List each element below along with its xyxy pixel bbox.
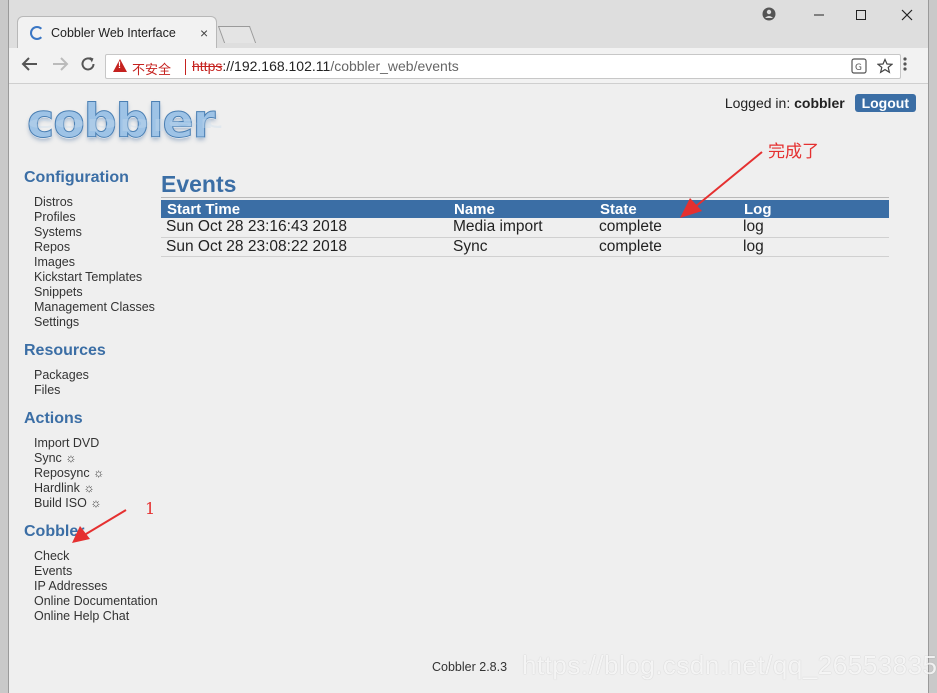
- configuration-menu: Distros Profiles Systems Repos Images Ki…: [24, 195, 174, 330]
- event-state: complete: [594, 237, 738, 257]
- event-log-link[interactable]: log: [738, 218, 889, 238]
- sidebar-item-repos[interactable]: Repos: [34, 240, 174, 255]
- column-header-state[interactable]: State: [594, 200, 738, 218]
- bookmark-star-icon[interactable]: [876, 58, 894, 77]
- tab-title: Cobbler Web Interface: [51, 26, 176, 40]
- logout-button[interactable]: Logout: [854, 94, 916, 112]
- browser-tab[interactable]: Cobbler Web Interface ×: [17, 16, 217, 48]
- title-bar: Cobbler Web Interface ×: [9, 0, 928, 48]
- sidebar-item-distros[interactable]: Distros: [34, 195, 174, 210]
- page-title: Events: [161, 170, 889, 198]
- event-name: Media import: [448, 218, 594, 238]
- column-header-name[interactable]: Name: [448, 200, 594, 218]
- sidebar-item-settings[interactable]: Settings: [34, 315, 174, 330]
- sidebar-item-online-documentation[interactable]: Online Documentation: [34, 594, 174, 609]
- sidebar-item-ip-addresses[interactable]: IP Addresses: [34, 579, 174, 594]
- sidebar-item-check[interactable]: Check: [34, 549, 174, 564]
- svg-text:G: G: [855, 63, 862, 73]
- footer-version: Cobbler 2.8.3: [432, 660, 508, 674]
- login-status: Logged in: cobbler Logout: [725, 94, 916, 112]
- sidebar-item-packages[interactable]: Packages: [34, 368, 174, 383]
- maximize-icon[interactable]: [849, 6, 873, 26]
- event-log-link[interactable]: log: [738, 237, 889, 257]
- main-content: Events Start Time Name State Log Sun Oct…: [161, 170, 889, 257]
- translate-icon[interactable]: G: [851, 58, 867, 77]
- event-start-time: Sun Oct 28 23:08:22 2018: [161, 237, 448, 257]
- column-header-start-time[interactable]: Start Time: [161, 200, 448, 218]
- sidebar-item-sync[interactable]: Sync ☼: [34, 451, 174, 466]
- back-arrow-icon[interactable]: [19, 55, 41, 77]
- account-icon[interactable]: [757, 6, 781, 26]
- tab-close-button[interactable]: ×: [200, 25, 208, 41]
- reload-icon[interactable]: [77, 55, 99, 77]
- username: cobbler: [794, 95, 845, 111]
- url-text[interactable]: https://192.168.102.11/cobbler_web/event…: [192, 58, 459, 74]
- cobbler-logo[interactable]: cobbler cobbler: [27, 94, 222, 154]
- sidebar-item-online-help-chat[interactable]: Online Help Chat: [34, 609, 174, 624]
- sidebar-item-hardlink[interactable]: Hardlink ☼: [34, 481, 174, 496]
- browser-toolbar: ! 不安全 https://192.168.102.11/cobbler_web…: [9, 48, 928, 84]
- sidebar-item-systems[interactable]: Systems: [34, 225, 174, 240]
- cobbler-page: cobbler cobbler Logged in: cobbler Logou…: [9, 84, 937, 693]
- event-state: complete: [594, 218, 738, 238]
- browser-window: Cobbler Web Interface × ! 不安全 https://19…: [8, 0, 937, 693]
- not-secure-label[interactable]: 不安全: [132, 59, 171, 78]
- table-header-row: Start Time Name State Log: [161, 200, 889, 218]
- event-start-time: Sun Oct 28 23:16:43 2018: [161, 218, 448, 238]
- address-bar[interactable]: ! 不安全 https://192.168.102.11/cobbler_web…: [105, 54, 901, 79]
- section-configuration-heading: Configuration: [24, 169, 129, 186]
- browser-menu-icon[interactable]: [902, 56, 908, 77]
- event-name: Sync: [448, 237, 594, 257]
- sidebar-item-kickstart-templates[interactable]: Kickstart Templates: [34, 270, 174, 285]
- sidebar-item-images[interactable]: Images: [34, 255, 174, 270]
- loading-spinner-icon: [30, 26, 44, 40]
- minimize-icon[interactable]: [807, 6, 831, 26]
- table-row: Sun Oct 28 23:16:43 2018 Media import co…: [161, 218, 889, 238]
- table-row: Sun Oct 28 23:08:22 2018 Sync complete l…: [161, 237, 889, 257]
- resources-menu: Packages Files: [24, 368, 174, 398]
- annotation-done-label: 完成了: [768, 142, 819, 162]
- events-table: Start Time Name State Log Sun Oct 28 23:…: [161, 200, 889, 257]
- section-cobbler-heading: Cobbler: [24, 523, 85, 540]
- annotation-step-number: 1: [145, 499, 156, 518]
- sidebar-nav: Configuration Distros Profiles Systems R…: [24, 169, 174, 636]
- section-resources-heading: Resources: [24, 342, 106, 359]
- sidebar-item-events[interactable]: Events: [34, 564, 174, 579]
- sidebar-item-management-classes[interactable]: Management Classes: [34, 300, 174, 315]
- section-actions-heading: Actions: [24, 410, 83, 427]
- column-header-log[interactable]: Log: [738, 200, 889, 218]
- watermark-text: https://blog.csdn.net/qq_26553835: [522, 650, 937, 680]
- forward-arrow-icon[interactable]: [49, 55, 71, 77]
- sidebar-item-profiles[interactable]: Profiles: [34, 210, 174, 225]
- cobbler-menu: Check Events IP Addresses Online Documen…: [24, 549, 174, 624]
- sidebar-item-import-dvd[interactable]: Import DVD: [34, 436, 174, 451]
- sidebar-item-snippets[interactable]: Snippets: [34, 285, 174, 300]
- close-window-icon[interactable]: [895, 6, 919, 26]
- new-tab-button[interactable]: [217, 26, 257, 43]
- sidebar-item-files[interactable]: Files: [34, 383, 174, 398]
- sidebar-item-reposync[interactable]: Reposync ☼: [34, 466, 174, 481]
